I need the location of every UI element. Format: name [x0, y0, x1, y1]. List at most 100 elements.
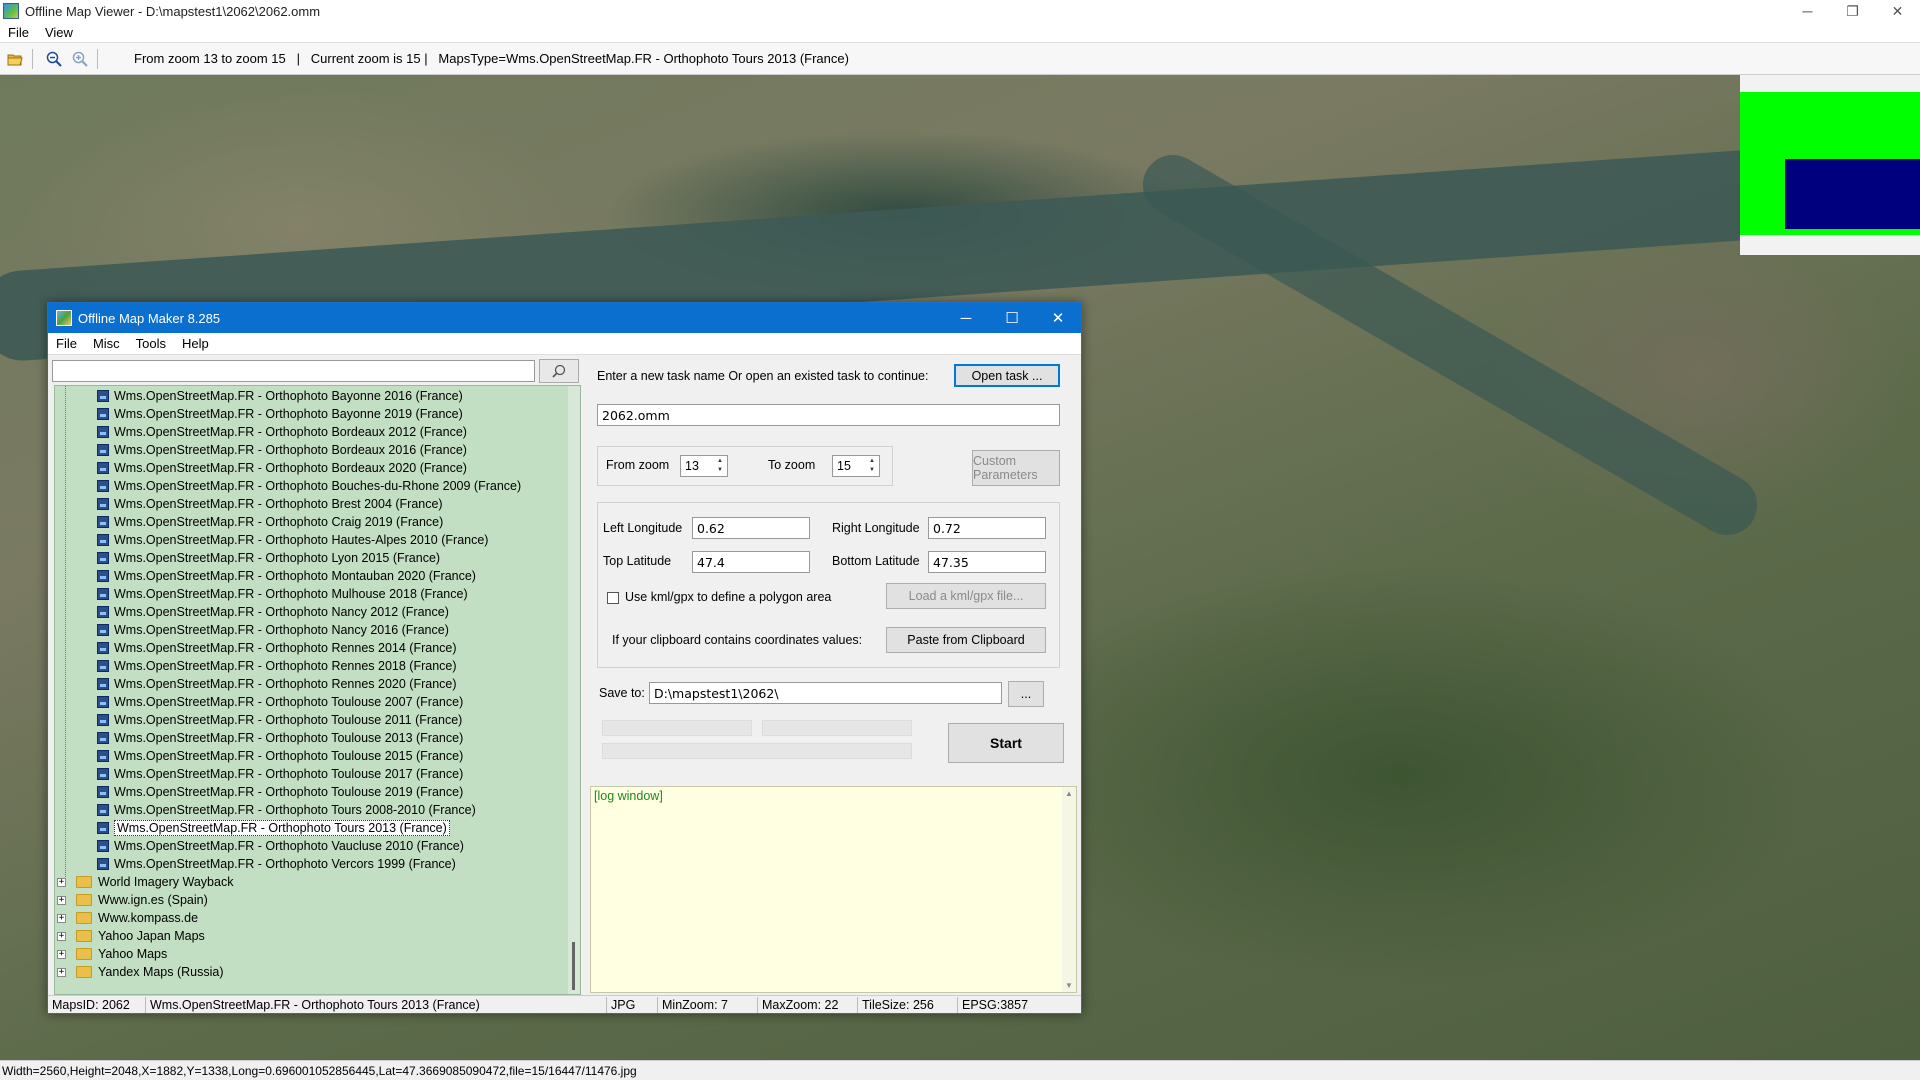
paste-clipboard-button[interactable]: Paste from Clipboard	[886, 627, 1046, 653]
tree-map-item[interactable]: Wms.OpenStreetMap.FR - Orthophoto Toulou…	[97, 747, 463, 765]
tree-map-item[interactable]: Wms.OpenStreetMap.FR - Orthophoto Brest …	[97, 495, 443, 513]
tree-map-item[interactable]: Wms.OpenStreetMap.FR - Orthophoto Tours …	[97, 819, 450, 837]
app-icon	[3, 3, 19, 19]
zoom-out-icon[interactable]	[43, 48, 65, 70]
from-zoom-spin-arrows[interactable]: ▲ ▼	[714, 457, 726, 475]
tree-folder[interactable]: + Yandex Maps (Russia)	[57, 963, 224, 981]
map-source-pane: Wms.OpenStreetMap.FR - Orthophoto Bayonn…	[52, 358, 582, 995]
tree-map-item[interactable]: Wms.OpenStreetMap.FR - Orthophoto Rennes…	[97, 657, 457, 675]
dialog-minimize-button[interactable]: ─	[943, 303, 989, 333]
tree-scrollbar-thumb[interactable]	[572, 942, 575, 990]
tree-map-item[interactable]: Wms.OpenStreetMap.FR - Orthophoto Bordea…	[97, 459, 467, 477]
start-button[interactable]: Start	[948, 723, 1064, 763]
tree-map-item[interactable]: Wms.OpenStreetMap.FR - Orthophoto Nancy …	[97, 621, 449, 639]
expand-plus-icon[interactable]: +	[57, 931, 66, 941]
tree-map-item[interactable]: Wms.OpenStreetMap.FR - Orthophoto Bouche…	[97, 477, 521, 495]
dialog-menu-misc[interactable]: Misc	[85, 336, 128, 351]
tree-folder[interactable]: + Www.kompass.de	[57, 909, 198, 927]
right-longitude-input[interactable]	[928, 517, 1046, 539]
from-zoom-label: From zoom	[606, 458, 670, 472]
tree-map-item[interactable]: Wms.OpenStreetMap.FR - Orthophoto Mulhou…	[97, 585, 468, 603]
map-layer-icon	[97, 696, 109, 708]
tree-map-item[interactable]: Wms.OpenStreetMap.FR - Orthophoto Vercor…	[97, 855, 456, 873]
save-path-input[interactable]	[649, 682, 1002, 704]
load-kml-button[interactable]: Load a kml/gpx file...	[886, 583, 1046, 609]
map-layer-icon	[97, 804, 109, 816]
bottom-latitude-input[interactable]	[928, 551, 1046, 573]
tree-folder[interactable]: + Yahoo Japan Maps	[57, 927, 205, 945]
expand-plus-icon[interactable]: +	[57, 913, 66, 923]
open-task-button[interactable]: Open task ...	[954, 364, 1060, 387]
tree-map-item[interactable]: Wms.OpenStreetMap.FR - Orthophoto Montau…	[97, 567, 476, 585]
tree-map-item[interactable]: Wms.OpenStreetMap.FR - Orthophoto Nancy …	[97, 603, 449, 621]
tree-map-item[interactable]: Wms.OpenStreetMap.FR - Orthophoto Toulou…	[97, 765, 463, 783]
map-source-tree[interactable]: Wms.OpenStreetMap.FR - Orthophoto Bayonn…	[54, 385, 581, 995]
dialog-menu-tools[interactable]: Tools	[128, 336, 174, 351]
task-pane: Enter a new task name Or open an existed…	[589, 358, 1079, 995]
log-scroll-up-icon[interactable]: ▲	[1064, 789, 1074, 798]
tree-map-item[interactable]: Wms.OpenStreetMap.FR - Orthophoto Craig …	[97, 513, 443, 531]
folder-icon	[76, 930, 92, 942]
dialog-menu-file[interactable]: File	[48, 336, 85, 351]
tree-item-label: Wms.OpenStreetMap.FR - Orthophoto Tours …	[114, 820, 450, 836]
zoom-in-icon[interactable]	[69, 48, 91, 70]
tree-map-item[interactable]: Wms.OpenStreetMap.FR - Orthophoto Vauclu…	[97, 837, 464, 855]
dialog-close-button[interactable]: ✕	[1035, 303, 1081, 333]
menu-view[interactable]: View	[37, 25, 81, 40]
tree-folder[interactable]: + World Imagery Wayback	[57, 873, 233, 891]
tree-map-item[interactable]: Wms.OpenStreetMap.FR - Orthophoto Lyon 2…	[97, 549, 440, 567]
tree-map-item[interactable]: Wms.OpenStreetMap.FR - Orthophoto Bordea…	[97, 441, 467, 459]
top-latitude-input[interactable]	[692, 551, 810, 573]
close-button[interactable]: ✕	[1875, 0, 1920, 22]
use-kml-checkbox[interactable]	[607, 592, 619, 604]
tree-map-item[interactable]: Wms.OpenStreetMap.FR - Orthophoto Bordea…	[97, 423, 467, 441]
dialog-menu-help[interactable]: Help	[174, 336, 217, 351]
tree-map-item[interactable]: Wms.OpenStreetMap.FR - Orthophoto Bayonn…	[97, 387, 463, 405]
to-zoom-stepper[interactable]: 15 ▲ ▼	[832, 455, 880, 477]
tree-map-item[interactable]: Wms.OpenStreetMap.FR - Orthophoto Bayonn…	[97, 405, 463, 423]
menu-bar: File View	[0, 22, 1920, 42]
tree-item-label: Wms.OpenStreetMap.FR - Orthophoto Rennes…	[114, 677, 457, 691]
open-folder-icon[interactable]	[4, 48, 26, 70]
dialog-maximize-button[interactable]: ☐	[989, 303, 1035, 333]
tree-item-label: Wms.OpenStreetMap.FR - Orthophoto Montau…	[114, 569, 476, 583]
expand-plus-icon[interactable]: +	[57, 967, 66, 977]
log-scroll-down-icon[interactable]: ▼	[1064, 981, 1074, 990]
search-button[interactable]	[539, 359, 579, 383]
progress-bar-total	[602, 743, 912, 759]
tree-item-label: Wms.OpenStreetMap.FR - Orthophoto Mulhou…	[114, 587, 468, 601]
tree-map-item[interactable]: Wms.OpenStreetMap.FR - Orthophoto Hautes…	[97, 531, 488, 549]
tree-folder-label: Yahoo Maps	[98, 947, 168, 961]
expand-plus-icon[interactable]: +	[57, 949, 66, 959]
minimap[interactable]	[1740, 75, 1920, 255]
custom-parameters-button[interactable]: Custom Parameters	[972, 450, 1060, 486]
log-window[interactable]: [log window] ▲ ▼	[590, 786, 1077, 993]
expand-plus-icon[interactable]: +	[57, 895, 66, 905]
zoom-group: From zoom 13 ▲ ▼ To zoom 15 ▲ ▼	[597, 446, 893, 486]
expand-plus-icon[interactable]: +	[57, 877, 66, 887]
task-name-input[interactable]	[597, 404, 1060, 426]
dialog-title-bar: Offline Map Maker 8.285 ─ ☐ ✕	[48, 303, 1081, 333]
tree-scrollbar[interactable]	[568, 386, 580, 994]
from-zoom-stepper[interactable]: 13 ▲ ▼	[680, 455, 728, 477]
save-to-label: Save to:	[599, 686, 645, 700]
minimize-button[interactable]: ─	[1785, 0, 1830, 22]
tree-map-item[interactable]: Wms.OpenStreetMap.FR - Orthophoto Tours …	[97, 801, 476, 819]
restore-button[interactable]: ❐	[1830, 0, 1875, 22]
tree-map-item[interactable]: Wms.OpenStreetMap.FR - Orthophoto Toulou…	[97, 783, 463, 801]
tree-map-item[interactable]: Wms.OpenStreetMap.FR - Orthophoto Rennes…	[97, 639, 457, 657]
tree-folder[interactable]: + Yahoo Maps	[57, 945, 167, 963]
tree-map-item[interactable]: Wms.OpenStreetMap.FR - Orthophoto Toulou…	[97, 693, 463, 711]
to-zoom-spin-arrows[interactable]: ▲ ▼	[866, 457, 878, 475]
left-longitude-input[interactable]	[692, 517, 810, 539]
coordinates-group: Left Longitude Right Longitude Top Latit…	[597, 502, 1060, 668]
browse-button[interactable]: ...	[1008, 681, 1044, 707]
tree-map-item[interactable]: Wms.OpenStreetMap.FR - Orthophoto Toulou…	[97, 711, 462, 729]
tree-folder-label: World Imagery Wayback	[98, 875, 234, 889]
log-scrollbar[interactable]: ▲ ▼	[1062, 787, 1076, 992]
menu-file[interactable]: File	[0, 25, 37, 40]
tree-folder[interactable]: + Www.ign.es (Spain)	[57, 891, 208, 909]
tree-map-item[interactable]: Wms.OpenStreetMap.FR - Orthophoto Rennes…	[97, 675, 457, 693]
search-input[interactable]	[52, 360, 535, 382]
tree-map-item[interactable]: Wms.OpenStreetMap.FR - Orthophoto Toulou…	[97, 729, 463, 747]
